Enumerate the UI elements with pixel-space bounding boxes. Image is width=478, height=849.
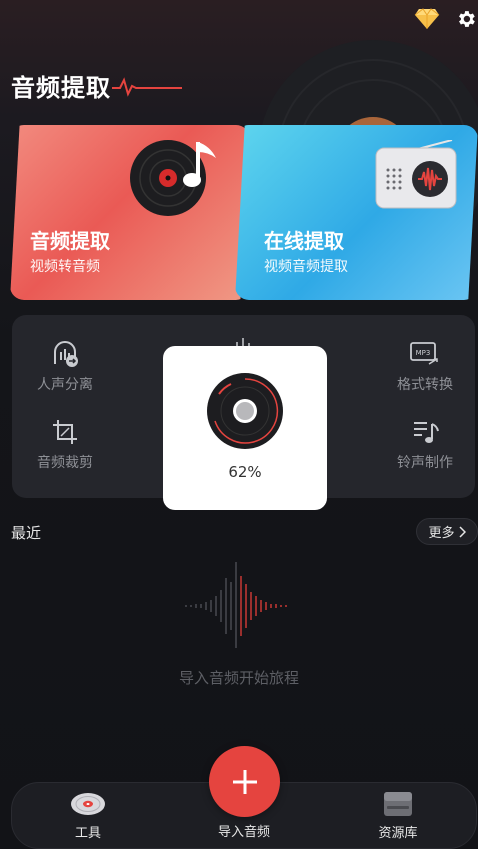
audio-extract-title: 音频提取 [30, 229, 110, 253]
plus-icon [232, 769, 257, 794]
loading-percent: 62% [228, 463, 262, 481]
nav-import-label: 导入音频 [217, 825, 270, 840]
heartbeat-wave-icon [112, 77, 182, 97]
vinyl-music-note-icon [130, 140, 216, 216]
gear-icon[interactable] [455, 8, 477, 30]
svg-text:MP3: MP3 [416, 349, 431, 357]
diamond-icon[interactable] [414, 8, 440, 30]
tool-ringtone[interactable]: 铃声制作 [375, 418, 475, 472]
audio-cut-label: 音频裁剪 [37, 455, 93, 471]
library-box-icon [384, 792, 412, 816]
vocal-split-icon [54, 341, 78, 367]
page-title: 音频提取 [11, 74, 111, 102]
mp3-convert-icon: MP3 [410, 342, 438, 365]
import-audio-button[interactable] [209, 746, 280, 817]
nav-tools[interactable]: 工具 [48, 790, 128, 841]
nav-library-label: 资源库 [378, 826, 418, 841]
recent-label: 最近 [11, 524, 42, 542]
more-button[interactable]: 更多 [416, 518, 478, 545]
online-extract-subtitle: 视频音频提取 [264, 259, 348, 275]
crop-icon [53, 420, 77, 444]
tool-vocal-split[interactable]: 人声分离 [15, 340, 115, 394]
ringtone-label: 铃声制作 [397, 455, 453, 471]
tool-audio-cut[interactable]: 音频裁剪 [15, 418, 115, 472]
loading-disc-icon [207, 373, 283, 449]
radio-icon [375, 140, 457, 209]
online-extract-title: 在线提取 [264, 229, 344, 253]
ringtone-music-icon [414, 422, 439, 443]
nav-library[interactable]: 资源库 [358, 790, 438, 841]
empty-state-text: 导入音频开始旅程 [178, 669, 299, 687]
tools-disc-icon [71, 793, 105, 815]
chevron-right-icon [458, 525, 466, 538]
nav-tools-label: 工具 [74, 826, 101, 841]
empty-sound-wave-icon [185, 562, 287, 648]
vocal-split-label: 人声分离 [37, 377, 93, 393]
audio-extract-subtitle: 视频转音频 [30, 259, 100, 275]
format-convert-label: 格式转换 [397, 377, 453, 393]
more-label: 更多 [428, 526, 455, 541]
tool-format-convert[interactable]: MP3 格式转换 [375, 340, 475, 394]
